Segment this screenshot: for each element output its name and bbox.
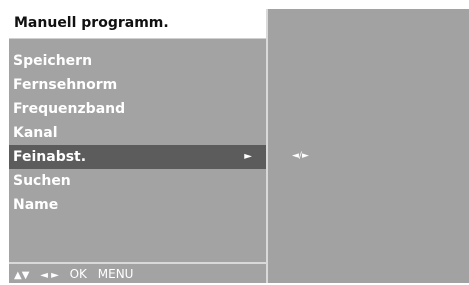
menu-item-label: Fernsehnorm	[13, 77, 118, 93]
menu-item-frequenzband[interactable]: Frequenzband	[9, 97, 266, 121]
menu-item-label: Frequenzband	[13, 101, 126, 117]
value-panel: ◄/►	[268, 9, 469, 283]
footer-key-hints: ▲▼ ◄ ► OK MENU	[14, 265, 140, 283]
menu-item-feinabst[interactable]: Feinabst. ►	[9, 145, 266, 169]
menu-key-hint: MENU	[97, 267, 134, 281]
left-right-adjust-icon[interactable]: ◄/►	[292, 150, 309, 162]
up-down-arrows-icon: ▲▼	[14, 270, 30, 281]
menu-item-suchen[interactable]: Suchen	[9, 169, 266, 193]
menu-item-label: Speichern	[13, 53, 93, 69]
menu-panel: Manuell programm. Speichern Fernsehnorm …	[9, 9, 266, 283]
menu-item-kanal[interactable]: Kanal	[9, 121, 266, 145]
menu-item-speichern[interactable]: Speichern	[9, 49, 266, 73]
tv-osd: Manuell programm. Speichern Fernsehnorm …	[9, 9, 469, 283]
menu-item-label: Suchen	[13, 173, 71, 189]
footer-divider	[9, 262, 266, 264]
left-right-arrows-icon: ◄ ►	[40, 270, 59, 281]
menu-item-label: Name	[13, 197, 59, 213]
menu-item-fernsehnorm[interactable]: Fernsehnorm	[9, 73, 266, 97]
menu-item-label: Feinabst.	[13, 149, 87, 165]
right-arrow-icon: ►	[244, 151, 252, 162]
menu-item-name[interactable]: Name	[9, 193, 266, 217]
menu-item-label: Kanal	[13, 125, 58, 141]
title-divider	[9, 38, 266, 39]
menu-list: Speichern Fernsehnorm Frequenzband Kanal…	[9, 49, 266, 217]
menu-title: Manuell programm.	[9, 9, 266, 38]
ok-key-hint: OK	[69, 267, 87, 281]
